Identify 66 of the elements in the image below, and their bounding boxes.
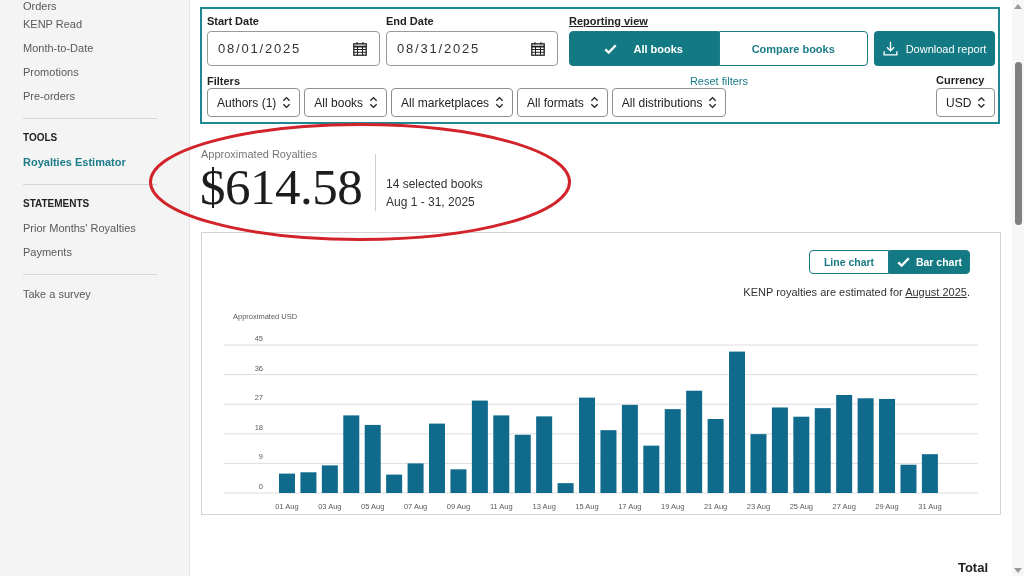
chart-bar bbox=[450, 469, 467, 493]
scroll-down-arrow-icon[interactable] bbox=[1014, 568, 1022, 573]
selected-books-count: 14 selected books bbox=[386, 176, 483, 193]
currency-label: Currency bbox=[936, 73, 985, 88]
reset-filters-link[interactable]: Reset filters bbox=[689, 73, 748, 88]
check-icon bbox=[604, 43, 618, 54]
sidebar-link[interactable]: Royalties Estimator bbox=[23, 150, 126, 174]
scrollbar-thumb[interactable] bbox=[1014, 62, 1022, 225]
view-tab[interactable]: All books bbox=[569, 31, 719, 66]
chart-bar bbox=[600, 430, 617, 493]
section-heading: TOOLS bbox=[23, 131, 58, 145]
date-field[interactable]: 08/01/2025 bbox=[207, 31, 380, 66]
field-label: Start Date bbox=[207, 14, 259, 28]
chart-bar bbox=[364, 424, 381, 493]
chart-bar bbox=[900, 464, 917, 493]
download-icon bbox=[882, 41, 898, 56]
filter-select[interactable]: All formats bbox=[517, 88, 608, 117]
month-link[interactable]: August 2025 bbox=[905, 286, 967, 298]
calendar-icon[interactable] bbox=[531, 41, 545, 56]
chevron-updown-icon bbox=[495, 96, 505, 109]
chart-bar bbox=[514, 434, 531, 493]
totals-heading: Total bbox=[957, 560, 988, 575]
estimate-note: KENP royalties are estimated for August 2025. bbox=[743, 285, 970, 300]
currency-select[interactable]: USD bbox=[936, 88, 995, 117]
chart-bar bbox=[750, 434, 767, 493]
chart-bar bbox=[386, 474, 403, 493]
chart-type-tab[interactable]: Line chart bbox=[809, 250, 889, 274]
chevron-updown-icon bbox=[282, 96, 292, 109]
chart-bar bbox=[557, 483, 574, 493]
download-button[interactable]: Download report bbox=[874, 31, 995, 66]
sidebar-link[interactable]: Pre-orders bbox=[23, 84, 75, 108]
chart-bar bbox=[429, 423, 445, 493]
chart-bar bbox=[407, 463, 424, 493]
chart-bar bbox=[300, 472, 317, 493]
sidebar-link[interactable]: Month-to-Date bbox=[23, 36, 94, 60]
sidebar-link[interactable]: Take a survey bbox=[23, 282, 91, 306]
filter-select[interactable]: All marketplaces bbox=[391, 88, 514, 117]
view-tab[interactable]: Compare books bbox=[718, 31, 868, 66]
calendar-icon[interactable] bbox=[353, 41, 367, 56]
sidebar-link[interactable]: Orders bbox=[23, 0, 57, 12]
chart-bar bbox=[279, 473, 295, 493]
chart-type-tab[interactable]: Bar chart bbox=[889, 250, 970, 274]
chevron-updown-icon bbox=[369, 96, 379, 109]
filter-select[interactable]: All distributions bbox=[611, 88, 727, 117]
sidebar-link[interactable]: KENP Read bbox=[23, 12, 83, 36]
chart-bar bbox=[321, 465, 338, 493]
sidebar-link[interactable]: Prior Months' Royalties bbox=[23, 216, 136, 240]
reporting-view-label: Reporting view bbox=[569, 14, 648, 28]
sidebar-link[interactable]: Promotions bbox=[23, 60, 79, 84]
royalties-amount: $614.58 bbox=[200, 161, 363, 213]
section-heading: STATEMENTS bbox=[23, 197, 90, 211]
date-field[interactable]: 08/31/2025 bbox=[386, 31, 558, 66]
date-range: Aug 1 - 31, 2025 bbox=[386, 194, 475, 211]
check-icon bbox=[896, 257, 910, 267]
chart-bar bbox=[921, 454, 938, 493]
chart-bar bbox=[643, 445, 660, 493]
sidebar-link[interactable]: Payments bbox=[23, 240, 72, 264]
royalties-label: Approximated Royalties bbox=[201, 148, 318, 161]
filters-label: Filters bbox=[207, 73, 240, 88]
filter-select[interactable]: All books bbox=[304, 88, 388, 117]
filter-select[interactable]: Authors (1) bbox=[207, 88, 301, 117]
chevron-updown-icon bbox=[589, 96, 599, 109]
field-label: End Date bbox=[386, 14, 434, 28]
scroll-up-arrow-icon[interactable] bbox=[1014, 4, 1022, 9]
chevron-updown-icon bbox=[708, 96, 718, 109]
chevron-updown-icon bbox=[977, 96, 986, 109]
